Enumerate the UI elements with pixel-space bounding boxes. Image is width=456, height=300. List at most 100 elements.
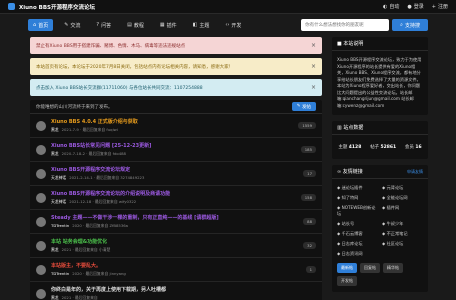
friend-link[interactable]: ◆ 迷论坛插件 (337, 185, 378, 191)
thread-title[interactable]: Xiuno BBS 4.0.4 正式版介绍与获取 (51, 118, 292, 125)
thread-row[interactable]: Xiuno BBS 4.0.4 正式版介绍与获取 黑龙 2021-7-9 · 最后回… (30, 114, 322, 138)
close-icon[interactable]: × (311, 42, 316, 49)
book-icon: ▤ (127, 22, 132, 28)
thread-author[interactable]: TDTrentin (51, 223, 69, 228)
friend-link[interactable]: ◆ 不正常笔记 (382, 231, 423, 237)
friend-link[interactable]: ◆ 牛叔少年 (382, 221, 423, 227)
thread-meta-text: 2020 · 最后回复来自 jinnyang (72, 271, 126, 276)
thread-meta-text: 2020 · 最后回复来自 ZfB8536a (72, 223, 128, 228)
nav-item-qa[interactable]: ? 问答 (91, 19, 116, 31)
nav-item-themes[interactable]: ◧ 主题 (188, 19, 215, 31)
stats-title: ▥ 站点数据 (332, 121, 428, 135)
alert-text: 点击加入 Xiuno BBS站长交流群(11711060) 与各位站长共同交流：… (36, 85, 203, 91)
thread-row[interactable]: 本站 站务会理&功能优化 黑龙 2021 · 最后回复来自 小清楚 32 (30, 234, 322, 258)
nav-item-chat[interactable]: ✎ 交流 (59, 19, 85, 31)
thread-body: Xiuno BBS 4.0.4 正式版介绍与获取 黑龙 2021-7-9 · 最后回… (51, 118, 292, 133)
thread-meta-text: 2021-2-14-1 · 最后回复来自 3274849223 (69, 175, 145, 180)
thread-body: 你终白是年的，关于再度上使用下载期，另人吐槽都 黑龙 2021 · 最后回复来自 (51, 286, 316, 300)
filter-tag[interactable]: 开发帖 (337, 276, 357, 286)
avatar[interactable] (36, 264, 46, 275)
thread-body: 本站 站务会理&功能优化 黑龙 2021 · 最后回复来自 小清楚 (51, 238, 297, 253)
reply-count-badge: 1559 (298, 122, 316, 129)
auto-theme-toggle[interactable]: ◐ 自动 (383, 3, 399, 11)
thread-list: 你能唯想的山川河流终于来到了发布。 ✎ 发帖 Xiuno BBS 4.0.4 正… (30, 100, 322, 300)
friend-link[interactable]: ◆ 全能论坛网 (382, 195, 423, 201)
thread-title[interactable]: Xiuno BBS开源程序交流论坛的介绍说明及商请功能 (51, 190, 295, 197)
filter-tag[interactable]: 回复帖 (360, 263, 380, 273)
thread-title[interactable]: Xiuno BBS开源程序交流论坛规定 (51, 166, 297, 173)
new-post-button[interactable]: ✎ 发帖 (291, 102, 316, 111)
thread-row[interactable]: Xiuno BBS开源程序交流论坛的介绍说明及商请功能 天龙神话 2021-12-1… (30, 186, 322, 210)
alert-text: 本站首页有论坛，本论坛于2020年7月8日关闭，包括站点内有论坛相关内容，请知悉… (36, 64, 234, 70)
thread-title[interactable]: 本站 站务会理&功能优化 (51, 238, 297, 245)
thread-author[interactable]: 黑龙 (51, 151, 59, 156)
links-panel: ∞ 友情链接 申请友情 ◆ 迷论坛插件 ◆ 元背论坛 ◆ 知了特网 ◆ 全能论坛网 ◆ N… (332, 165, 428, 292)
avatar[interactable] (36, 144, 46, 155)
links-grid: ◆ 迷论坛插件 ◆ 元背论坛 ◆ 知了特网 ◆ 全能论坛网 ◆ NOTEWEB创新论坛 ◆… (332, 179, 428, 263)
stat-posts: 帖子 52861 (370, 145, 397, 150)
stats-row: 主题 4128 帖子 52861 会员 16 (332, 135, 428, 159)
thread-author[interactable]: 天龙神话 (51, 199, 66, 204)
site-name[interactable]: Xiuno BBS开源程序交流论坛 (19, 3, 95, 11)
avatar[interactable] (36, 192, 46, 203)
thread-row[interactable]: Xiuno BBS站长常见问题 [25-12-23更新] 黑龙 2020-7-18-… (30, 138, 322, 162)
thread-row[interactable]: 你终白是年的，关于再度上使用下载期，另人吐槽都 黑龙 2021 · 最后回复来自 (30, 282, 322, 300)
intro-panel: ■ 本站说明 Xiuno BBS开源程序交流论坛，致力于为使用Xiuno开源程序… (332, 37, 428, 115)
friend-link[interactable]: ◆ 日志资讯网 (337, 251, 378, 257)
avatar[interactable] (36, 120, 46, 131)
friend-link[interactable]: ◆ 元背论坛 (382, 185, 423, 191)
avatar[interactable] (36, 216, 46, 227)
thread-author[interactable]: 黑龙 (51, 247, 59, 252)
avatar[interactable] (36, 168, 46, 179)
search-input[interactable] (301, 19, 390, 31)
thread-meta: TDTrentin 2020 · 最后回复来自 ZfB8536a (51, 223, 297, 229)
site-logo-icon[interactable] (8, 3, 15, 10)
close-icon[interactable]: × (311, 63, 316, 70)
friend-link[interactable]: ◆ NOTEWEB创新论坛 (337, 205, 378, 217)
thread-author[interactable]: 天龙神话 (51, 175, 66, 180)
reply-count-badge: 88 (303, 218, 316, 225)
thread-meta: 天龙神话 2021-12-18 · 最后回复来自 wify0322 (51, 199, 295, 205)
thread-meta-text: 2021-7-9 · 最后回复来自 fuqiwi (61, 127, 118, 132)
friend-link[interactable]: ◆ 社区论坛 (382, 241, 423, 247)
filter-tag[interactable]: 精华帖 (383, 263, 403, 273)
nav-item-tutorial[interactable]: ▤ 教程 (122, 19, 149, 31)
thread-row[interactable]: Steady 主题——不做干涉一棵的重制，只有正直纯——的基线 [请群超版] TD… (30, 210, 322, 234)
friend-link[interactable]: ◆ 知了特网 (337, 195, 378, 201)
links-title: ∞ 友情链接 申请友情 (332, 165, 428, 179)
search-button[interactable]: ⌕ 支持搜 (392, 19, 428, 31)
avatar[interactable] (36, 288, 46, 299)
nav-item-plugins[interactable]: ▦ 插件 (155, 19, 182, 31)
palette-icon: ◧ (192, 22, 198, 28)
close-icon[interactable]: × (311, 84, 316, 91)
thread-author[interactable]: 黑龙 (51, 295, 59, 300)
login-link[interactable]: ● 登录 (407, 3, 423, 11)
thread-title[interactable]: 本站版主，不要乱大。 (51, 262, 300, 269)
thread-title[interactable]: Steady 主题——不做干涉一棵的重制，只有正直纯——的基线 [请群超版] (51, 214, 297, 221)
thread-row[interactable]: 本站版主，不要乱大。 TDTrentin 2020 · 最后回复来自 jinnyan… (30, 258, 322, 282)
reply-count-badge: 17 (303, 170, 316, 177)
thread-author[interactable]: TDTrentin (51, 271, 69, 276)
search-icon: ⌕ (400, 22, 403, 28)
avatar[interactable] (36, 240, 46, 251)
friend-link[interactable]: ◆ 插件网 (382, 205, 423, 217)
top-bar: Xiuno BBS开源程序交流论坛 ◐ 自动 ● 登录 + 注册 (0, 0, 456, 14)
friend-link[interactable]: ◆ 日志库论坛 (337, 241, 378, 247)
friend-link[interactable]: ◆ 千石云博客 (337, 231, 378, 237)
nav-item-dev[interactable]: ‹› 开发 (220, 19, 246, 31)
register-link[interactable]: + 注册 (432, 3, 448, 11)
thread-row[interactable]: Xiuno BBS开源程序交流论坛规定 天龙神话 2021-2-14-1 · 最后回… (30, 162, 322, 186)
thread-meta: 黑龙 2021-7-9 · 最后回复来自 fuqiwi (51, 127, 292, 133)
main-nav: ⌂首页 ✎交流 ?问答 ▤教程 ▦插件 ◧主题 ‹›开发 ⌕支持搜 (0, 14, 456, 36)
thread-author[interactable]: 黑龙 (51, 127, 59, 132)
thread-title[interactable]: 你终白是年的，关于再度上使用下载期，另人吐槽都 (51, 286, 316, 293)
thread-meta-text: 2021-12-18 · 最后回复来自 wify0322 (69, 199, 137, 204)
thread-body: Steady 主题——不做干涉一棵的重制，只有正直纯——的基线 [请群超版] TD… (51, 214, 297, 229)
apply-link-button[interactable]: 申请友情 (407, 169, 423, 175)
main-column: 禁止有Xiuno BBS用于搭建诈骗、赌博、色情、木马、病毒等违法违规站点 × … (30, 37, 322, 300)
nav-item-home[interactable]: ⌂ 首页 (28, 19, 54, 31)
thread-title[interactable]: Xiuno BBS站长常见问题 [25-12-23更新] (51, 142, 295, 149)
top-right-links: ◐ 自动 ● 登录 + 注册 (383, 3, 448, 11)
filter-tag[interactable]: 最新帖 (337, 263, 357, 273)
friend-link[interactable]: ◆ 站长号 (337, 221, 378, 227)
